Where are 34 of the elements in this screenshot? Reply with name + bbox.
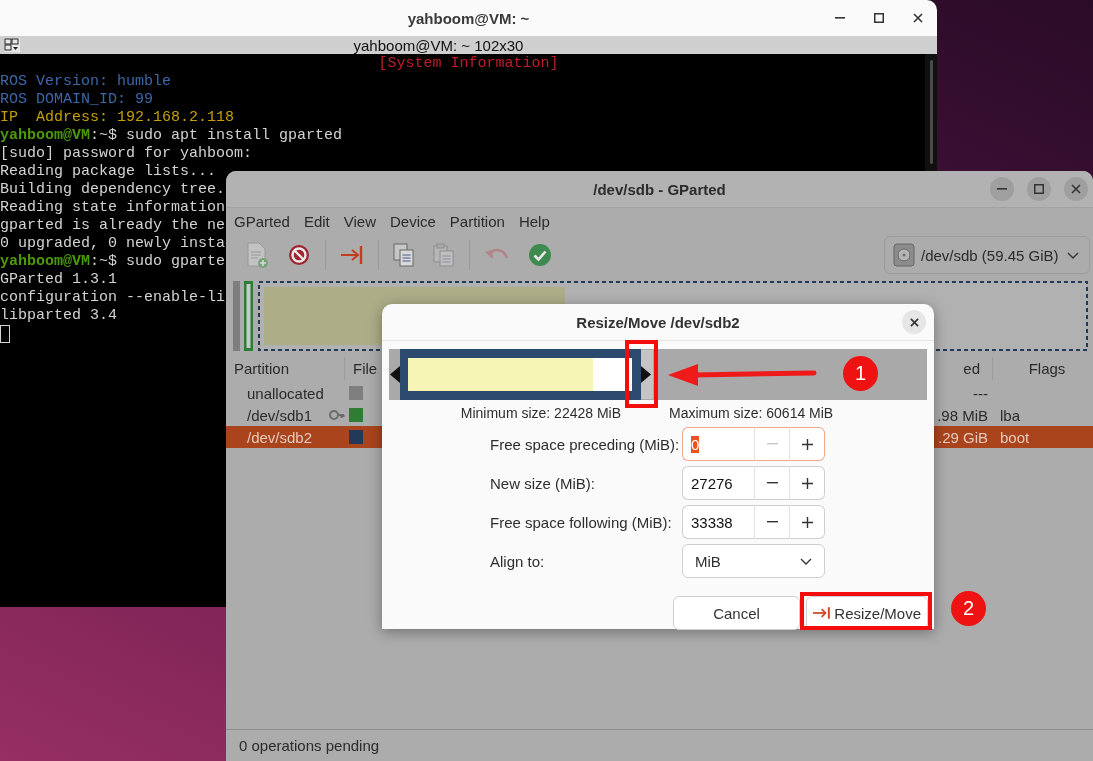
terminal-line: GParted 1.3.1 [0, 271, 118, 289]
terminal-line: [System Information] [378, 55, 559, 73]
status-text: 0 operations pending [239, 737, 380, 754]
terminal-line: yahboom@VM:~$ sudo gparte [0, 253, 226, 271]
table-cell: /dev/sdb2 [247, 428, 313, 446]
window-title: /dev/sdb - GParted [593, 180, 726, 198]
terminal-line: Reading state information [0, 199, 226, 217]
terminal-line: [sudo] password for yahboom: [0, 145, 253, 163]
terminal-line: ROS Version: humble [0, 73, 172, 91]
terminal-line: configuration --enable-li [0, 289, 226, 307]
table-cell: boot [1000, 428, 1030, 446]
terminal-line: ROS DOMAIN_ID: 99 [0, 91, 154, 109]
field-label: Align to: [490, 552, 546, 570]
dialog-title: Resize/Move /dev/sdb2 [576, 313, 740, 331]
table-cell: /dev/sdb1 [247, 406, 313, 424]
field-label: New size (MiB): [490, 474, 596, 492]
table-cell: .29 GiB [937, 428, 988, 446]
terminal-line: yahboom@VM:~$ sudo apt install gparted [0, 127, 343, 145]
table-cell: lba [1000, 406, 1021, 424]
tab-title: yahboom@VM: ~ 102x30 [352, 36, 525, 54]
table-cell: --- [973, 384, 988, 402]
size-label: Minimum size: 22428 MiB [460, 405, 622, 421]
table-cell: unallocated [247, 384, 324, 402]
terminal-line: IP Address: 192.168.2.118 [0, 109, 235, 127]
field-label: Free space following (MiB): [490, 513, 673, 531]
terminal-line: Reading package lists... [0, 163, 217, 181]
field-label: Free space preceding (MiB): [490, 435, 681, 453]
table-cell: .98 MiB [937, 406, 988, 424]
size-label: Maximum size: 60614 MiB [669, 405, 834, 421]
terminal-line: gparted is already the ne [0, 217, 226, 235]
window-title: yahboom@VM: ~ [407, 9, 530, 27]
terminal-line: Building dependency tree. [0, 181, 226, 199]
terminal-line: 0 upgraded, 0 newly insta [0, 235, 226, 253]
terminal-line: libparted 3.4 [0, 307, 118, 325]
